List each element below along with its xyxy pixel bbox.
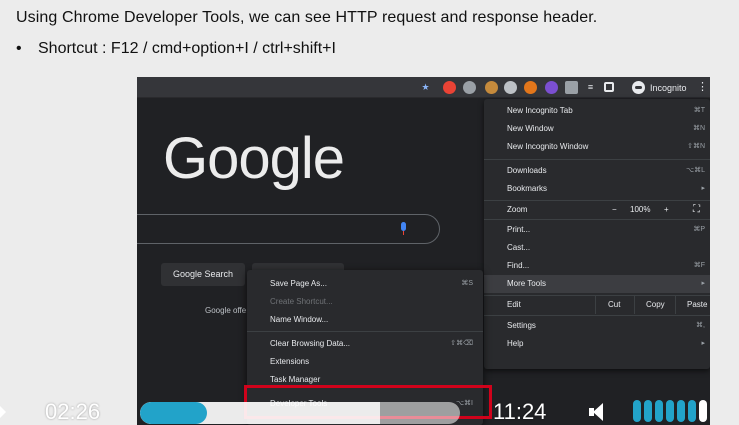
offered-in-text: Google offe — [205, 306, 247, 315]
search-input[interactable] — [137, 214, 440, 244]
extensions-puzzle-icon[interactable] — [565, 81, 578, 94]
bullet-glyph: • — [16, 40, 22, 57]
volume-bar — [699, 400, 707, 422]
extension-gray-icon[interactable] — [504, 81, 517, 94]
incognito-indicator[interactable]: Incognito — [632, 80, 687, 95]
submenu-item-create-shortcut[interactable]: Create Shortcut... — [247, 293, 483, 311]
extension-cookie-icon[interactable] — [485, 81, 498, 94]
shortcut-text: Shortcut : F12 / cmd+option+I / ctrl+shi… — [38, 40, 336, 57]
zoom-in-button[interactable]: + — [664, 201, 669, 219]
volume-bar — [688, 400, 696, 422]
browser-toolbar: ★ ≡ Incognito ⋮ — [137, 77, 710, 98]
menu-divider — [484, 219, 710, 220]
menu-item-find[interactable]: Find... ⌘F — [484, 257, 710, 275]
fullscreen-icon[interactable]: ⛶ — [693, 201, 700, 219]
bookmark-star-icon[interactable]: ★ — [419, 81, 432, 94]
play-icon[interactable] — [0, 406, 6, 418]
edit-cut-button[interactable]: Cut — [608, 296, 620, 314]
microphone-icon[interactable] — [400, 222, 407, 235]
google-search-button[interactable]: Google Search — [161, 263, 245, 286]
progress-fill — [140, 402, 207, 424]
menu-item-new-incognito-window[interactable]: New Incognito Window ⇧⌘N — [484, 138, 710, 156]
chrome-menu-button[interactable]: ⋮ — [697, 80, 708, 95]
extension-purple-icon[interactable] — [545, 81, 558, 94]
menu-item-downloads[interactable]: Downloads ⌥⌘L — [484, 162, 710, 180]
submenu-item-name-window[interactable]: Name Window... — [247, 311, 483, 329]
menu-item-edit: Edit Cut Copy Paste — [484, 296, 710, 314]
extension-shield-icon[interactable] — [463, 81, 476, 94]
submenu-item-clear-browsing-data[interactable]: Clear Browsing Data... ⇧⌘⌫ — [247, 335, 483, 353]
volume-bar — [644, 400, 652, 422]
zoom-level: 100% — [630, 205, 651, 214]
chrome-main-menu: New Incognito Tab ⌘T New Window ⌘N New Inc… — [484, 99, 710, 369]
reading-list-icon[interactable]: ≡ — [584, 81, 597, 94]
menu-item-more-tools[interactable]: More Tools ▸ — [484, 275, 710, 293]
total-time: 11:24 — [493, 399, 547, 424]
volume-slider[interactable] — [633, 400, 707, 422]
menu-divider — [484, 159, 710, 160]
volume-bar — [666, 400, 674, 422]
volume-bar — [633, 400, 641, 422]
zoom-out-button[interactable]: − — [612, 201, 617, 219]
submenu-divider — [247, 331, 483, 332]
video-controls: 02:26 11:24 — [0, 395, 739, 425]
menu-item-settings[interactable]: Settings ⌘, — [484, 317, 710, 335]
edit-paste-button[interactable]: Paste — [687, 296, 707, 314]
edit-copy-button[interactable]: Copy — [646, 296, 665, 314]
menu-item-help[interactable]: Help ▸ — [484, 335, 710, 353]
menu-item-cast[interactable]: Cast... — [484, 239, 710, 257]
side-panel-icon[interactable] — [604, 82, 614, 92]
current-time: 02:26 — [45, 399, 101, 424]
google-logo: Google — [163, 126, 345, 191]
menu-item-zoom: Zoom − 100% + ⛶ — [484, 201, 710, 219]
progress-bar[interactable] — [140, 402, 460, 424]
menu-item-new-window[interactable]: New Window ⌘N — [484, 120, 710, 138]
extension-red-icon[interactable] — [443, 81, 456, 94]
slide-text-line1: Using Chrome Developer Tools, we can see… — [16, 9, 598, 26]
extension-fox-icon[interactable] — [524, 81, 537, 94]
slide-text-line2: • Shortcut : F12 / cmd+option+I / ctrl+sh… — [16, 40, 336, 58]
volume-bar — [677, 400, 685, 422]
volume-bar — [655, 400, 663, 422]
menu-item-new-incognito-tab[interactable]: New Incognito Tab ⌘T — [484, 102, 710, 120]
submenu-item-extensions[interactable]: Extensions — [247, 353, 483, 371]
menu-item-print[interactable]: Print... ⌘P — [484, 221, 710, 239]
submenu-item-save-page[interactable]: Save Page As... ⌘S — [247, 275, 483, 293]
speaker-icon[interactable] — [589, 403, 607, 421]
browser-screenshot: ★ ≡ Incognito ⋮ Google Google Search Goo… — [137, 77, 710, 425]
incognito-label: Incognito — [650, 82, 687, 93]
menu-divider — [484, 315, 710, 316]
incognito-icon — [632, 81, 645, 94]
menu-item-bookmarks[interactable]: Bookmarks ▸ — [484, 180, 710, 198]
